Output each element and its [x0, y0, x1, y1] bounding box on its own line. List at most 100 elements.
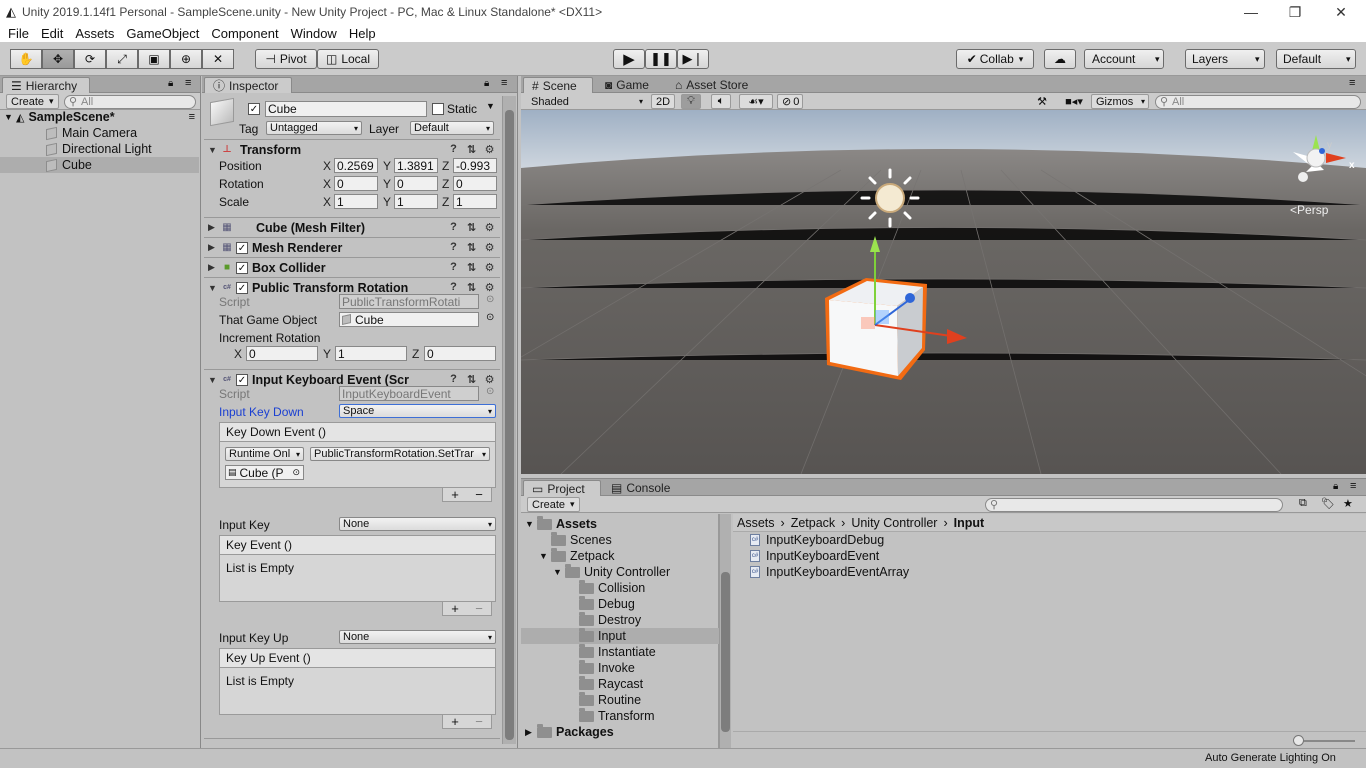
project-tree-item[interactable]: ▼ Unity Controller: [521, 563, 719, 580]
menu-help[interactable]: Help: [343, 26, 382, 41]
scene-viewport[interactable]: y x <Persp: [521, 110, 1366, 474]
panel-menu-icon[interactable]: ≡: [1349, 77, 1355, 89]
hand-tool-icon[interactable]: ✋: [10, 49, 42, 69]
ike-enabled-checkbox[interactable]: ✓: [236, 373, 248, 386]
rect-tool-icon[interactable]: ▣: [138, 49, 170, 69]
project-tree-item[interactable]: ▼ Assets: [521, 515, 719, 532]
project-tree-item[interactable]: Collision: [521, 579, 719, 596]
effects-dropdown-icon[interactable]: ☙▾: [739, 94, 773, 109]
collab-button[interactable]: ✔ Collab: [956, 49, 1034, 69]
project-tree-item[interactable]: Routine: [521, 691, 719, 708]
menu-edit[interactable]: Edit: [35, 26, 69, 41]
breadcrumb-item[interactable]: Assets: [737, 516, 775, 530]
project-tree-item[interactable]: Instantiate: [521, 643, 719, 660]
layout-dropdown[interactable]: Default: [1276, 49, 1356, 69]
help-icon[interactable]: ?: [447, 241, 460, 254]
preset-icon[interactable]: ⇅: [465, 241, 478, 254]
project-tree-item[interactable]: ▶ Packages: [521, 723, 719, 740]
input-key-down-dropdown[interactable]: Space: [339, 404, 496, 418]
tab-inspector[interactable]: ⓘ Inspector: [204, 77, 292, 93]
active-checkbox[interactable]: ✓: [248, 103, 260, 115]
icon-size-slider[interactable]: [1295, 740, 1355, 742]
scale-x-field[interactable]: 1: [334, 194, 378, 209]
breadcrumb-item[interactable]: Unity Controller: [851, 516, 937, 530]
scale-z-field[interactable]: 1: [453, 194, 497, 209]
tab-project[interactable]: ▭ Project: [523, 480, 601, 496]
panel-menu-icon[interactable]: ≡: [1350, 480, 1356, 492]
object-picker-icon[interactable]: ⊙: [486, 386, 494, 397]
inspector-scrollbar[interactable]: [502, 96, 516, 744]
position-x-field[interactable]: 0.2569: [334, 158, 378, 173]
rotation-y-field[interactable]: 0: [394, 176, 438, 191]
settings-gear-icon[interactable]: ⚙: [483, 373, 496, 386]
project-tree-item[interactable]: Debug: [521, 595, 719, 612]
scene-menu-icon[interactable]: ≡: [189, 111, 195, 123]
preset-icon[interactable]: ⇅: [465, 221, 478, 234]
menu-window[interactable]: Window: [285, 26, 343, 41]
project-tree-scrollbar[interactable]: [719, 514, 731, 749]
asset-file[interactable]: c# InputKeyboardEventArray: [750, 564, 909, 580]
project-search-input[interactable]: [985, 498, 1283, 512]
preset-icon[interactable]: ⇅: [465, 261, 478, 274]
project-tree-item[interactable]: Invoke: [521, 659, 719, 676]
add-icon[interactable]: +: [451, 601, 459, 616]
settings-gear-icon[interactable]: ⚙: [483, 281, 496, 294]
custom-tool-icon[interactable]: ✕: [202, 49, 234, 69]
tag-dropdown[interactable]: Untagged: [266, 121, 362, 135]
settings-gear-icon[interactable]: ⚙: [483, 241, 496, 254]
step-button[interactable]: ▶❘: [677, 49, 709, 69]
project-tree-item[interactable]: Scenes: [521, 531, 719, 548]
menu-assets[interactable]: Assets: [69, 26, 120, 41]
play-button[interactable]: ▶: [613, 49, 645, 69]
layer-dropdown[interactable]: Default: [410, 121, 494, 135]
tab-scene[interactable]: # Scene: [523, 77, 593, 93]
rotation-x-field[interactable]: 0: [334, 176, 378, 191]
scene-fold-icon[interactable]: ▼: [0, 112, 16, 122]
menu-component[interactable]: Component: [205, 26, 284, 41]
lighting-toggle-icon[interactable]: 💡︎: [681, 94, 701, 109]
cloud-icon[interactable]: ☁: [1044, 49, 1076, 69]
preset-icon[interactable]: ⇅: [465, 281, 478, 294]
audio-toggle-icon[interactable]: 🔈︎: [711, 94, 731, 109]
icon-size-slider-handle[interactable]: [1293, 735, 1304, 746]
fold-open-icon[interactable]: ▼: [553, 567, 565, 577]
fold-open-icon[interactable]: ▼: [525, 519, 537, 529]
help-icon[interactable]: ?: [447, 143, 460, 156]
box-collider-header[interactable]: ▶ ■ ✓ Box Collider ? ⇅ ⚙: [204, 257, 500, 277]
menu-gameobject[interactable]: GameObject: [120, 26, 205, 41]
pivot-button[interactable]: ⊣ Pivot: [255, 49, 317, 69]
transform-tool-icon[interactable]: ⊕: [170, 49, 202, 69]
mesh-filter-header[interactable]: ▶ ▦ Cube (Mesh Filter) ? ⇅ ⚙: [204, 217, 500, 237]
help-icon[interactable]: ?: [447, 221, 460, 234]
rotation-z-field[interactable]: 0: [453, 176, 497, 191]
preset-icon[interactable]: ⇅: [465, 373, 478, 386]
settings-gear-icon[interactable]: ⚙: [483, 221, 496, 234]
fold-open-icon[interactable]: ▼: [539, 551, 551, 561]
position-y-field[interactable]: 1.3891: [394, 158, 438, 173]
favorite-star-icon[interactable]: ★: [1343, 497, 1353, 510]
help-icon[interactable]: ?: [447, 281, 460, 294]
local-button[interactable]: ◫ Local: [317, 49, 379, 69]
pause-button[interactable]: ❚❚: [645, 49, 677, 69]
settings-gear-icon[interactable]: ⚙: [483, 143, 496, 156]
perspective-label[interactable]: <Persp: [1290, 203, 1328, 217]
hierarchy-item-selected[interactable]: Cube: [0, 157, 199, 173]
asset-file[interactable]: c# InputKeyboardDebug: [750, 532, 884, 548]
remove-icon[interactable]: −: [475, 714, 483, 729]
preset-icon[interactable]: ⇅: [465, 143, 478, 156]
increment-y-field[interactable]: 1: [335, 346, 407, 361]
asset-file[interactable]: c# InputKeyboardEvent: [750, 548, 879, 564]
fold-closed-icon[interactable]: ▶: [525, 727, 537, 738]
increment-z-field[interactable]: 0: [424, 346, 496, 361]
event-target-field[interactable]: ▤ Cube (P ⊙: [225, 465, 304, 480]
lock-icon[interactable]: 🔒︎: [484, 78, 489, 89]
static-dropdown-icon[interactable]: ▼: [486, 101, 495, 111]
menu-file[interactable]: File: [2, 26, 35, 41]
move-tool-icon[interactable]: ✥: [42, 49, 74, 69]
that-game-object-field[interactable]: Cube: [339, 312, 479, 327]
fold-closed-icon[interactable]: ▶: [208, 262, 220, 273]
fold-open-icon[interactable]: ▼: [208, 145, 220, 155]
project-tree-item[interactable]: Destroy: [521, 611, 719, 628]
close-icon[interactable]: ✕: [1318, 0, 1364, 24]
label-tag-icon[interactable]: 🏷︎: [1321, 497, 1335, 510]
